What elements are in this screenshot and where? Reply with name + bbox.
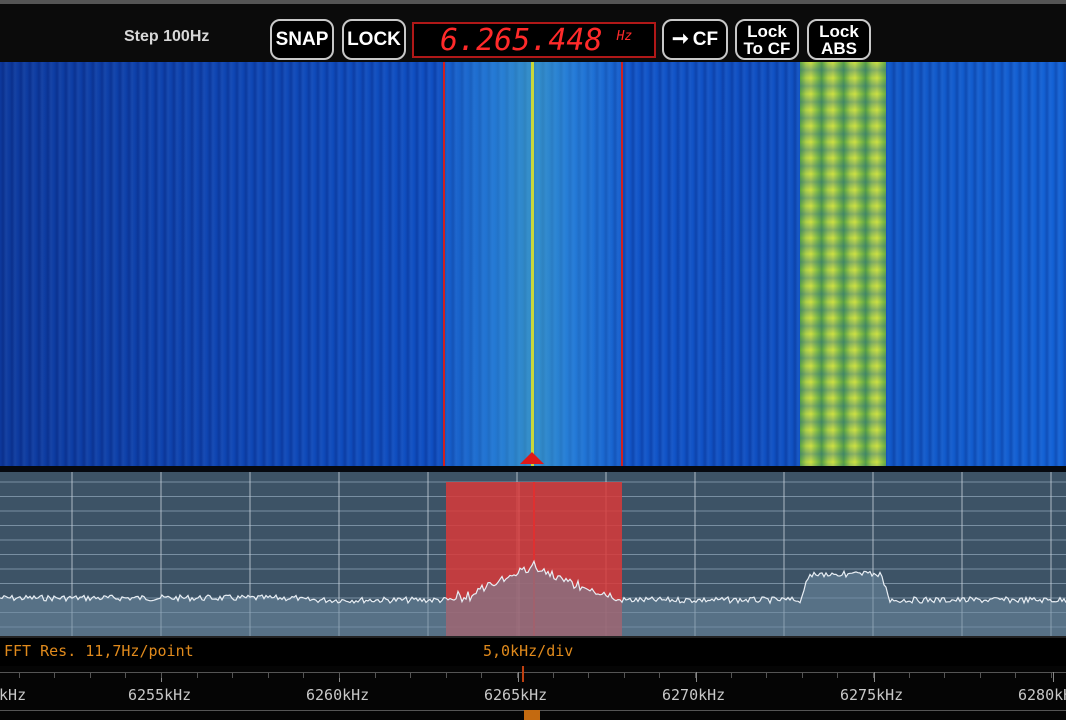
channel-right-edge[interactable] <box>621 62 623 466</box>
scale-label: 6275kHz <box>840 686 904 704</box>
scale-minor-tick <box>873 672 874 678</box>
scale-minor-tick <box>446 672 447 678</box>
scale-minor-tick <box>588 672 589 678</box>
scale-major-tick <box>696 672 697 682</box>
scale-minor-tick <box>1051 672 1052 678</box>
scale-minor-tick <box>90 672 91 678</box>
to-cf-label: CF <box>692 29 719 50</box>
lock-abs-line2: ABS <box>821 38 857 58</box>
scale-label: 6270kHz <box>662 686 726 704</box>
scale-minor-tick <box>624 672 625 678</box>
fft-resolution-label: FFT Res. 11,7Hz/point <box>4 642 194 660</box>
scale-minor-tick <box>54 672 55 678</box>
lock-button[interactable]: LOCK <box>342 19 406 60</box>
spectrum-plot <box>0 472 1066 636</box>
scale-minor-tick <box>731 672 732 678</box>
scale-top-line <box>0 672 1066 673</box>
spectrum-display[interactable] <box>0 472 1066 636</box>
division-label: 5,0kHz/div <box>483 642 574 660</box>
lock-to-cf-line1: Lock <box>747 21 787 41</box>
scale-minor-tick <box>410 672 411 678</box>
scale-minor-tick <box>303 672 304 678</box>
tuning-marker-icon[interactable] <box>520 452 544 464</box>
status-bar: FFT Res. 11,7Hz/point 5,0kHz/div <box>0 636 1066 666</box>
scale-label: 6255kHz <box>128 686 192 704</box>
right-arrow-icon: ➞ <box>671 28 689 50</box>
scale-minor-tick <box>659 672 660 678</box>
scale-minor-tick <box>161 672 162 678</box>
scale-minor-tick <box>125 672 126 678</box>
waterfall-signal-texture <box>800 62 886 466</box>
snap-button[interactable]: SNAP <box>270 19 334 60</box>
scale-minor-tick <box>802 672 803 678</box>
scale-minor-tick <box>980 672 981 678</box>
scale-minor-tick <box>197 672 198 678</box>
lock-to-cf-button[interactable]: Lock To CF <box>735 19 799 60</box>
frequency-unit: Hz <box>616 28 633 44</box>
scale-major-tick <box>874 672 875 682</box>
scale-minor-tick <box>766 672 767 678</box>
scale-cursor-marker[interactable] <box>524 710 540 720</box>
channel-left-edge[interactable] <box>443 62 445 466</box>
scale-label: 0kHz <box>0 686 27 704</box>
lock-abs-line1: Lock <box>819 21 859 41</box>
scale-minor-tick <box>481 672 482 678</box>
toolbar: Step 100Hz SNAP LOCK 6.265.448 Hz ➞ CF L… <box>0 0 1066 62</box>
frequency-value: 6.265.448 <box>440 22 603 58</box>
scale-label: 6265kHz <box>484 686 548 704</box>
scale-minor-tick <box>339 672 340 678</box>
frequency-scale[interactable]: 0kHz 6255kHz 6260kHz 6265kHz 6270kHz 6275kHz 6… <box>0 666 1066 720</box>
to-cf-button[interactable]: ➞ CF <box>662 19 728 60</box>
scale-cursor-line <box>522 666 524 682</box>
scale-major-tick <box>1053 672 1054 682</box>
step-label[interactable]: Step 100Hz <box>124 28 209 46</box>
center-frequency-line[interactable] <box>531 62 534 466</box>
lock-to-cf-line2: To CF <box>743 38 791 58</box>
scale-minor-tick <box>837 672 838 678</box>
scale-minor-tick <box>944 672 945 678</box>
waterfall-display[interactable] <box>0 62 1066 466</box>
scale-major-tick <box>518 672 519 682</box>
scale-minor-tick <box>232 672 233 678</box>
scale-minor-tick <box>909 672 910 678</box>
frequency-display[interactable]: 6.265.448 Hz <box>412 22 656 58</box>
scale-minor-tick <box>375 672 376 678</box>
scale-minor-tick <box>268 672 269 678</box>
scale-label: 6280kHz <box>1018 686 1066 704</box>
scale-minor-tick <box>517 672 518 678</box>
scale-minor-tick <box>695 672 696 678</box>
scale-minor-tick <box>1015 672 1016 678</box>
lock-abs-button[interactable]: Lock ABS <box>807 19 871 60</box>
scale-minor-tick <box>19 672 20 678</box>
scale-minor-tick <box>553 672 554 678</box>
scale-label: 6260kHz <box>306 686 370 704</box>
